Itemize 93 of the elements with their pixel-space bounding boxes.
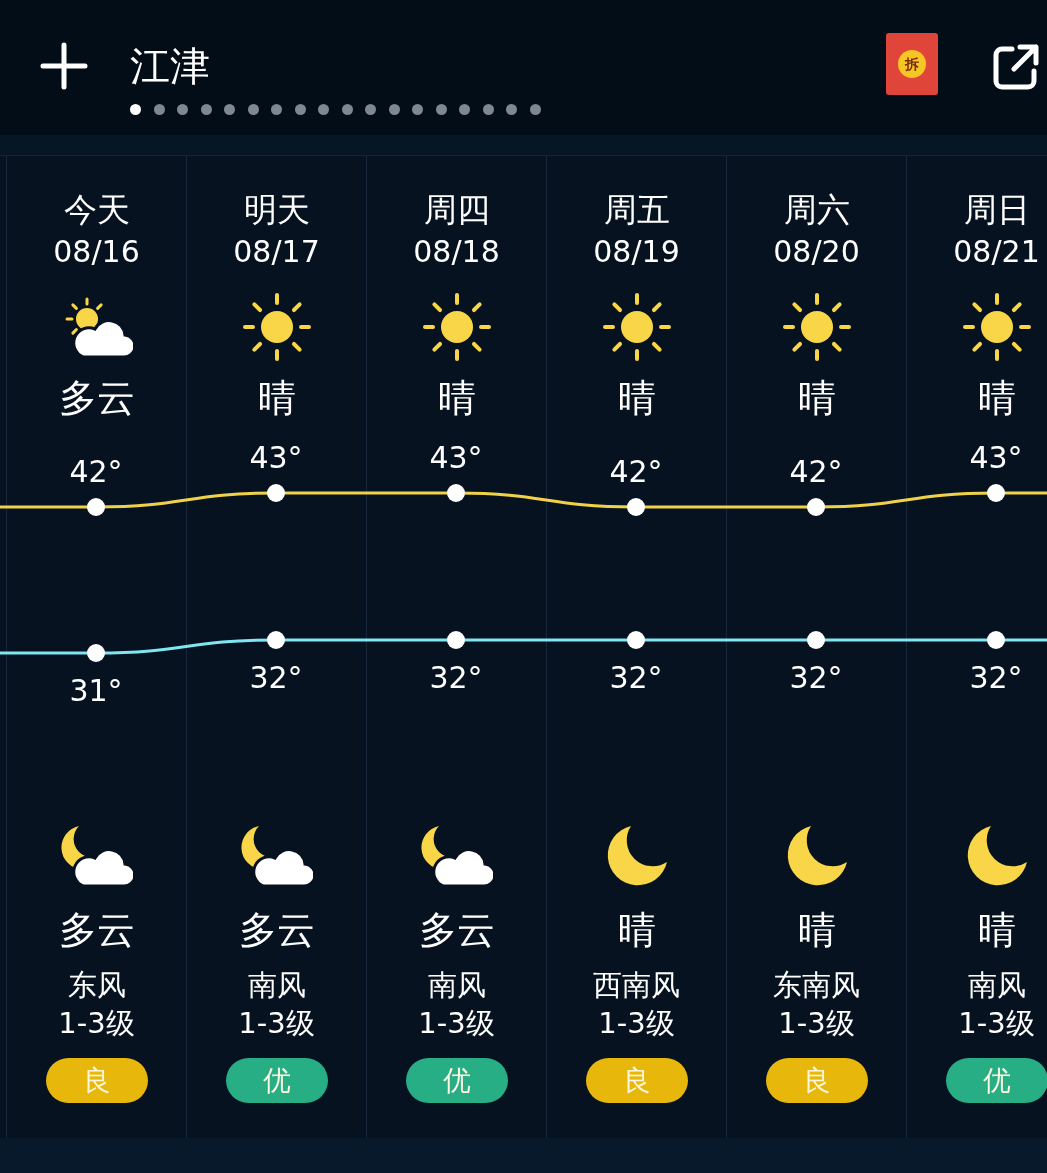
date-label: 08/20 — [773, 233, 860, 271]
air-quality-badge: 优 — [945, 1058, 1047, 1103]
wind-direction: 东风 — [67, 967, 126, 1004]
temperature-label: 43° — [249, 440, 303, 475]
weekday-label: 周五 — [603, 189, 670, 231]
temperature-label: 43° — [969, 440, 1023, 475]
weather-condition: 晴 — [797, 375, 836, 421]
page-indicator-dot[interactable] — [459, 104, 470, 115]
curve-dot — [87, 498, 105, 516]
air-quality-badge: 优 — [225, 1058, 328, 1103]
add-icon[interactable] — [40, 42, 88, 90]
page-indicator-dot[interactable] — [153, 104, 165, 115]
page-indicator-dot[interactable] — [200, 104, 212, 115]
temperature-label: 42° — [609, 453, 663, 489]
city-name: 江津 — [130, 42, 210, 90]
sun-icon — [960, 291, 1033, 363]
weather-condition: 晴 — [977, 375, 1016, 421]
weather-condition: 晴 — [797, 907, 836, 953]
curve-dot — [987, 631, 1005, 649]
wind-direction: 南风 — [427, 967, 486, 1004]
wind-level: 1-3级 — [958, 1005, 1035, 1042]
weather-condition: 晴 — [437, 375, 476, 421]
weekday-label: 周六 — [783, 189, 850, 231]
wind-direction: 西南风 — [593, 967, 680, 1004]
weekday-label: 周日 — [963, 189, 1030, 231]
page-indicator-dot[interactable] — [130, 104, 141, 115]
wind-level: 1-3级 — [598, 1005, 675, 1042]
page-indicator-dot[interactable] — [435, 104, 447, 115]
temperature-label: 42° — [69, 453, 123, 489]
weekday-label: 明天 — [243, 189, 310, 231]
curve-dot — [267, 631, 285, 649]
weekday-label: 今天 — [63, 189, 130, 231]
temperature-label: 32° — [609, 659, 663, 695]
page-indicator-dot[interactable] — [388, 104, 400, 115]
air-quality-badge: 优 — [405, 1058, 508, 1103]
curve-dot — [447, 484, 465, 502]
page-indicator-dot[interactable] — [318, 104, 329, 115]
page-indicator-dot[interactable] — [365, 104, 376, 115]
page-indicator-dot[interactable] — [224, 104, 235, 115]
temperature-label: 32° — [969, 659, 1023, 695]
wind-level: 1-3级 — [778, 1005, 855, 1042]
gift-envelope-button[interactable]: 拆 — [886, 33, 938, 95]
page-indicator-dot[interactable] — [482, 104, 494, 115]
weekday-label: 周四 — [423, 189, 490, 231]
weather-condition: 晴 — [617, 375, 656, 421]
wind-direction: 南风 — [247, 967, 306, 1004]
weather-condition: 多云 — [58, 907, 135, 953]
weather-condition: 晴 — [617, 907, 656, 953]
page-indicator-dot[interactable] — [506, 104, 517, 115]
date-label: 08/18 — [413, 233, 500, 271]
weather-condition: 多云 — [238, 907, 315, 953]
air-quality-badge: 良 — [585, 1058, 688, 1103]
curve-dot — [627, 631, 645, 649]
page-indicator-dot[interactable] — [529, 104, 541, 115]
sun-icon — [780, 291, 853, 363]
date-label: 08/21 — [953, 233, 1040, 271]
curve-dot — [807, 498, 825, 516]
wind-level: 1-3级 — [418, 1005, 495, 1042]
weather-condition: 多云 — [58, 375, 135, 421]
page-indicator-dot[interactable] — [177, 104, 188, 115]
wind-level: 1-3级 — [58, 1005, 135, 1042]
air-quality-badge: 良 — [765, 1058, 868, 1103]
share-icon[interactable] — [992, 43, 1040, 91]
air-quality-badge: 良 — [45, 1058, 148, 1103]
curve-dot — [447, 631, 465, 649]
date-label: 08/16 — [53, 233, 140, 271]
page-indicator-dot[interactable] — [341, 104, 353, 115]
page-indicator-dot[interactable] — [271, 104, 282, 115]
page-indicator-dot[interactable] — [294, 104, 306, 115]
wind-level: 1-3级 — [238, 1005, 315, 1042]
wind-direction: 东南风 — [773, 967, 860, 1004]
page-indicator-dot[interactable] — [412, 104, 423, 115]
temperature-label: 32° — [249, 659, 303, 695]
curve-dot — [807, 631, 825, 649]
temperature-label: 31° — [69, 672, 123, 708]
sun-icon — [240, 291, 313, 363]
temperature-label: 43° — [429, 440, 483, 475]
sun-icon — [600, 291, 673, 363]
curve-dot — [627, 498, 645, 516]
weather-condition: 晴 — [977, 907, 1016, 953]
temperature-label: 32° — [429, 659, 483, 695]
temperature-label: 32° — [789, 659, 843, 695]
date-label: 08/19 — [593, 233, 680, 271]
page-indicator-dot[interactable] — [247, 104, 259, 115]
curve-dot — [987, 484, 1005, 502]
curve-dot — [87, 644, 105, 662]
date-label: 08/17 — [233, 233, 320, 271]
sun-icon — [420, 291, 493, 363]
temperature-label: 42° — [789, 453, 843, 489]
weather-condition: 多云 — [418, 907, 495, 953]
curve-dot — [267, 484, 285, 502]
wind-direction: 南风 — [967, 967, 1026, 1004]
weather-condition: 晴 — [257, 375, 296, 421]
